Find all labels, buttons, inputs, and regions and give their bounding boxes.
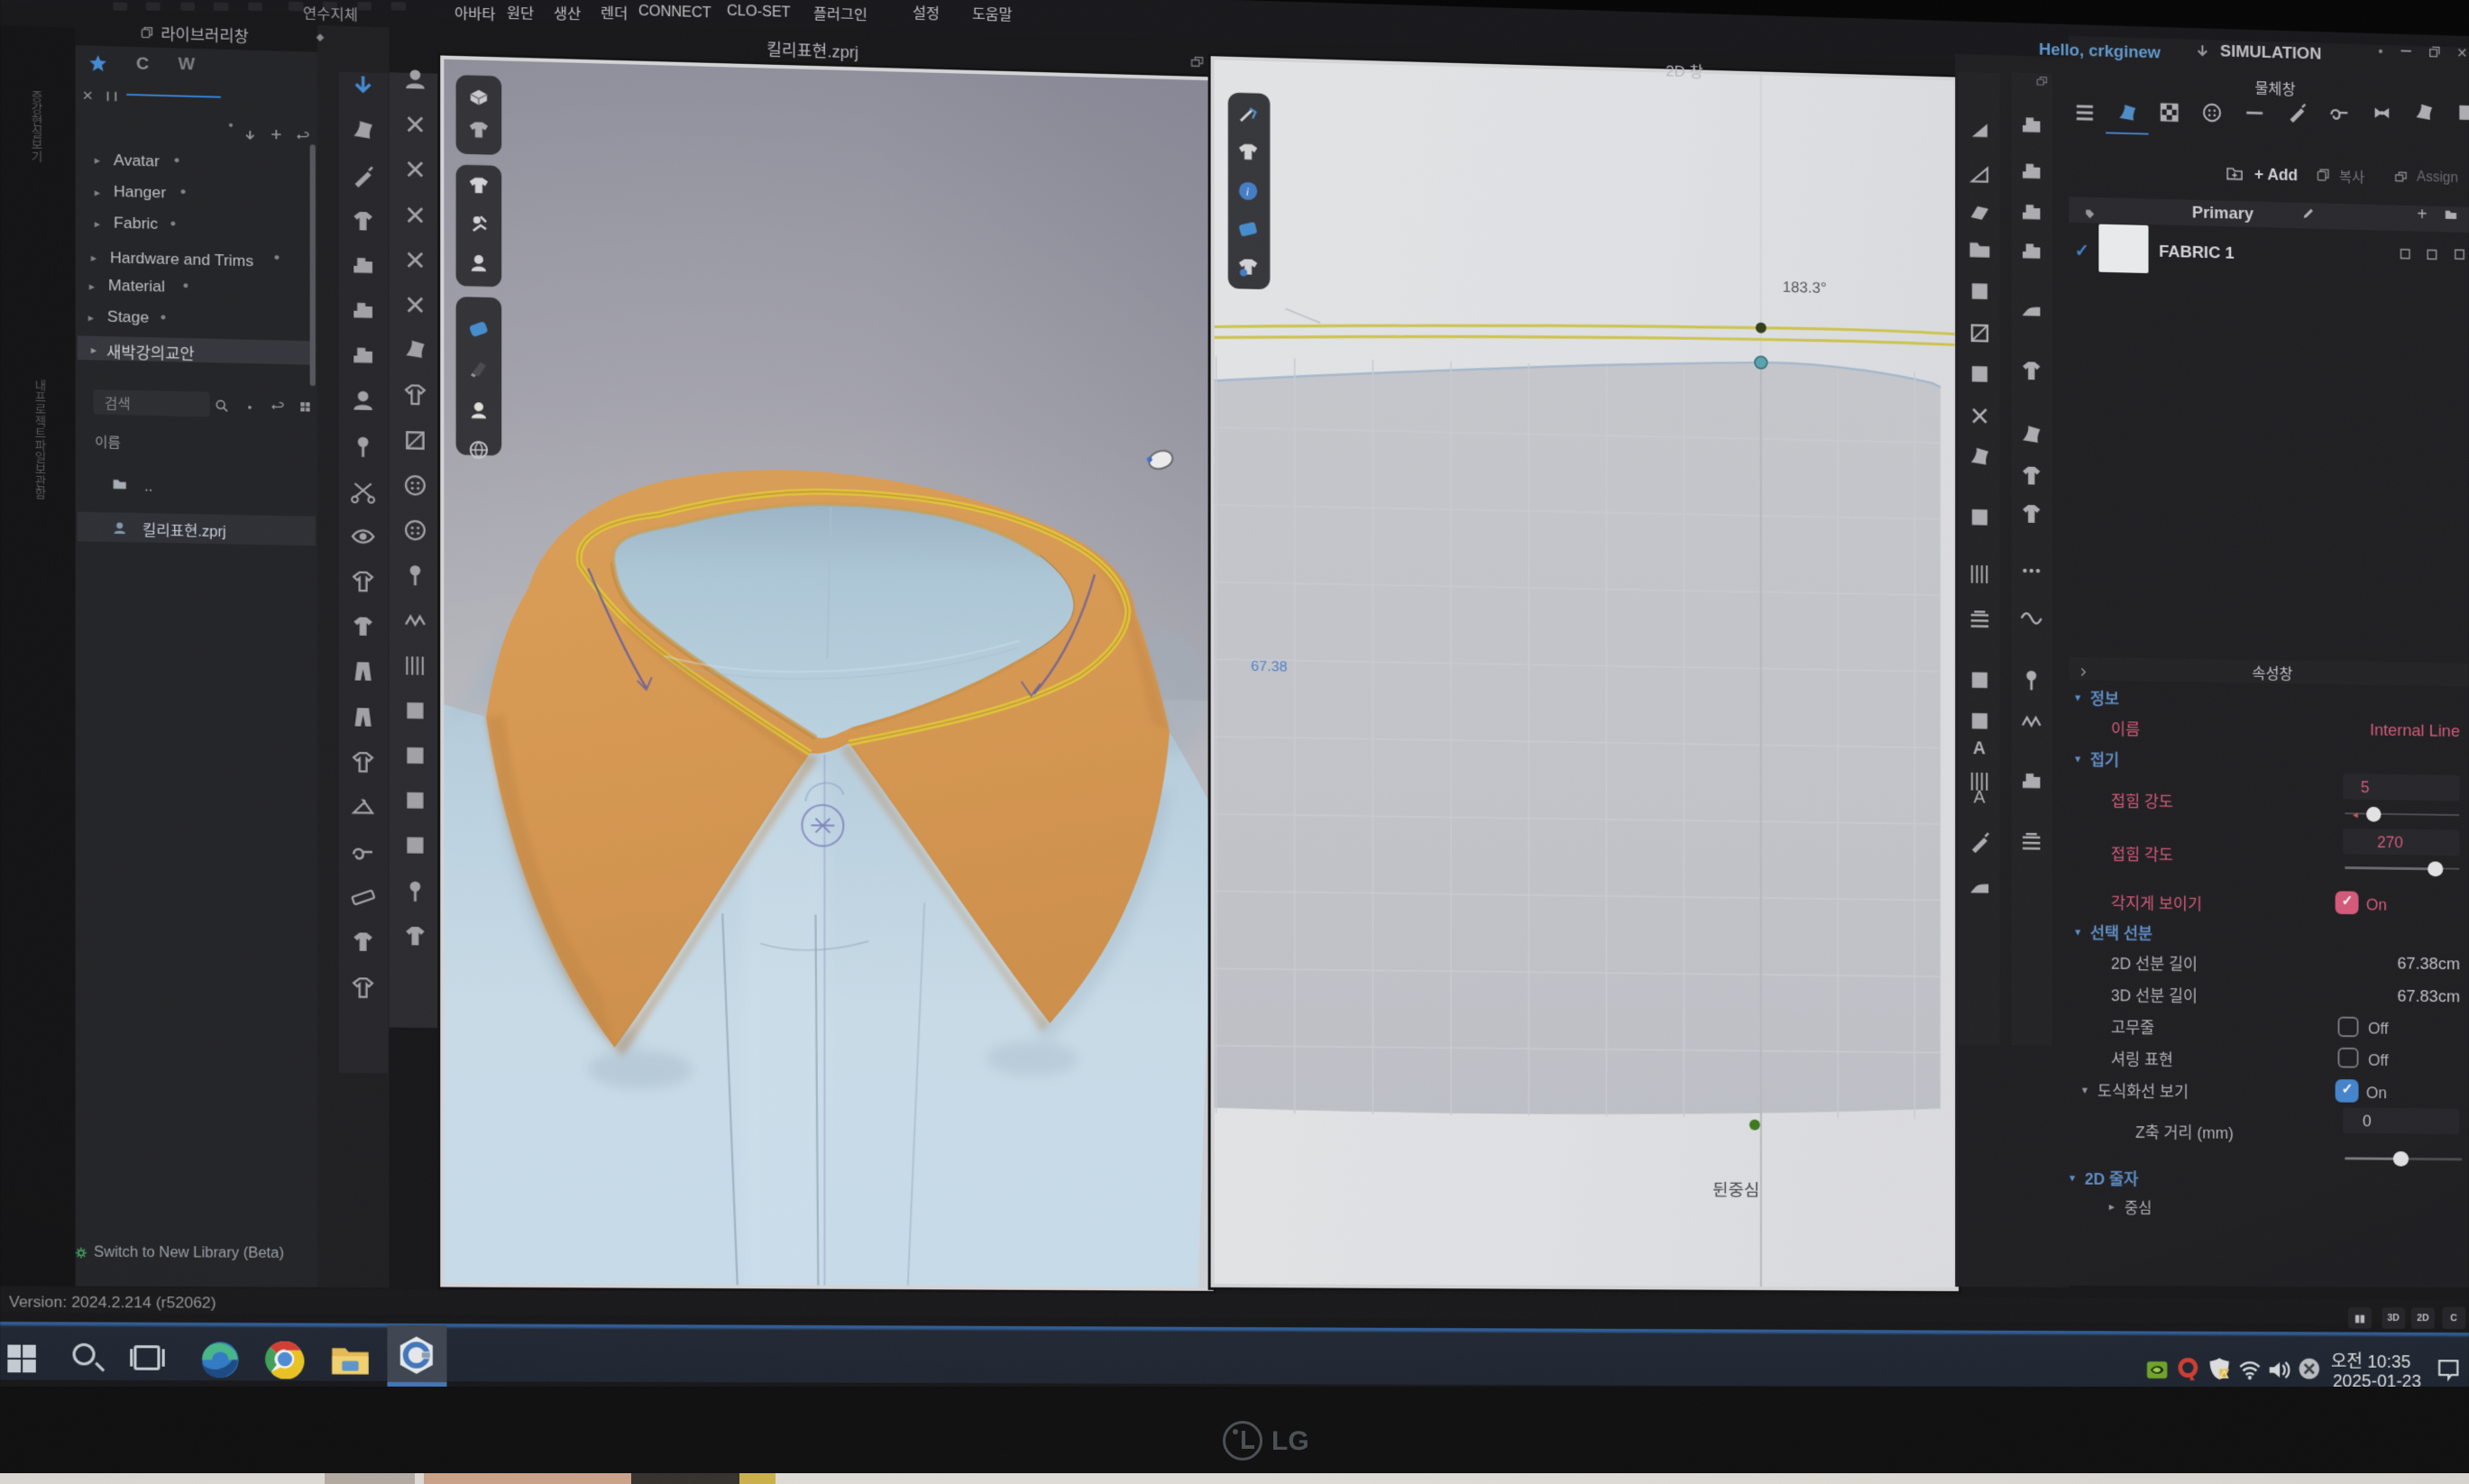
svg-text:67.38: 67.38 xyxy=(1252,657,1288,674)
svg-text:뒨중심: 뒨중심 xyxy=(1713,1181,1760,1200)
svg-text:183.3°: 183.3° xyxy=(1783,278,1827,296)
svg-text:i: i xyxy=(1246,185,1250,197)
